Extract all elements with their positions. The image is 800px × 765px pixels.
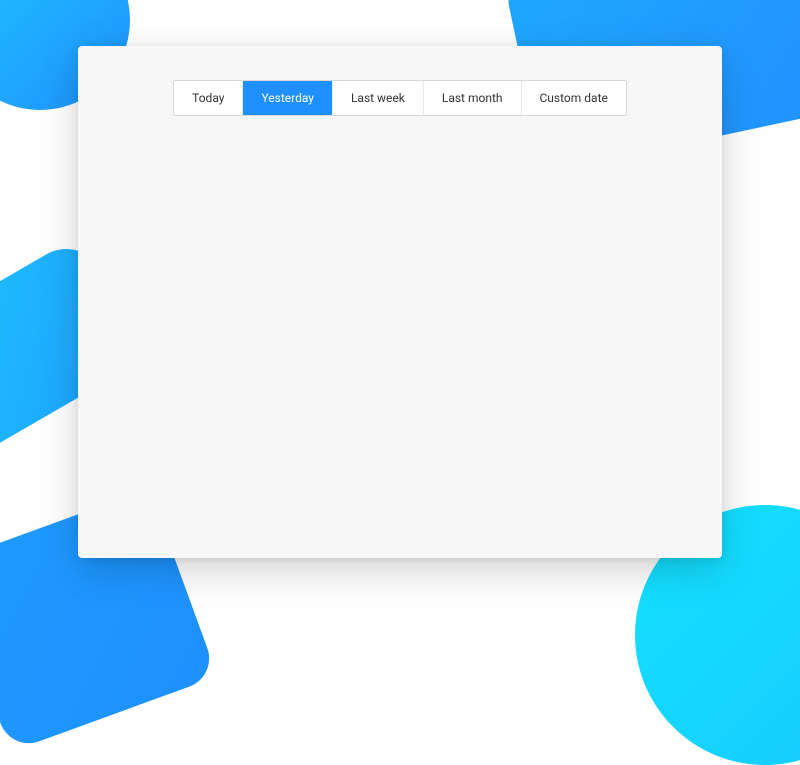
tab-yesterday[interactable]: Yesterday (243, 81, 333, 115)
tab-custom-date[interactable]: Custom date (522, 81, 626, 115)
tab-last-week[interactable]: Last week (333, 81, 424, 115)
content-card: Today Yesterday Last week Last month Cus… (78, 46, 722, 558)
tab-last-month[interactable]: Last month (424, 81, 522, 115)
tab-today[interactable]: Today (174, 81, 243, 115)
date-range-tabs: Today Yesterday Last week Last month Cus… (173, 80, 627, 116)
